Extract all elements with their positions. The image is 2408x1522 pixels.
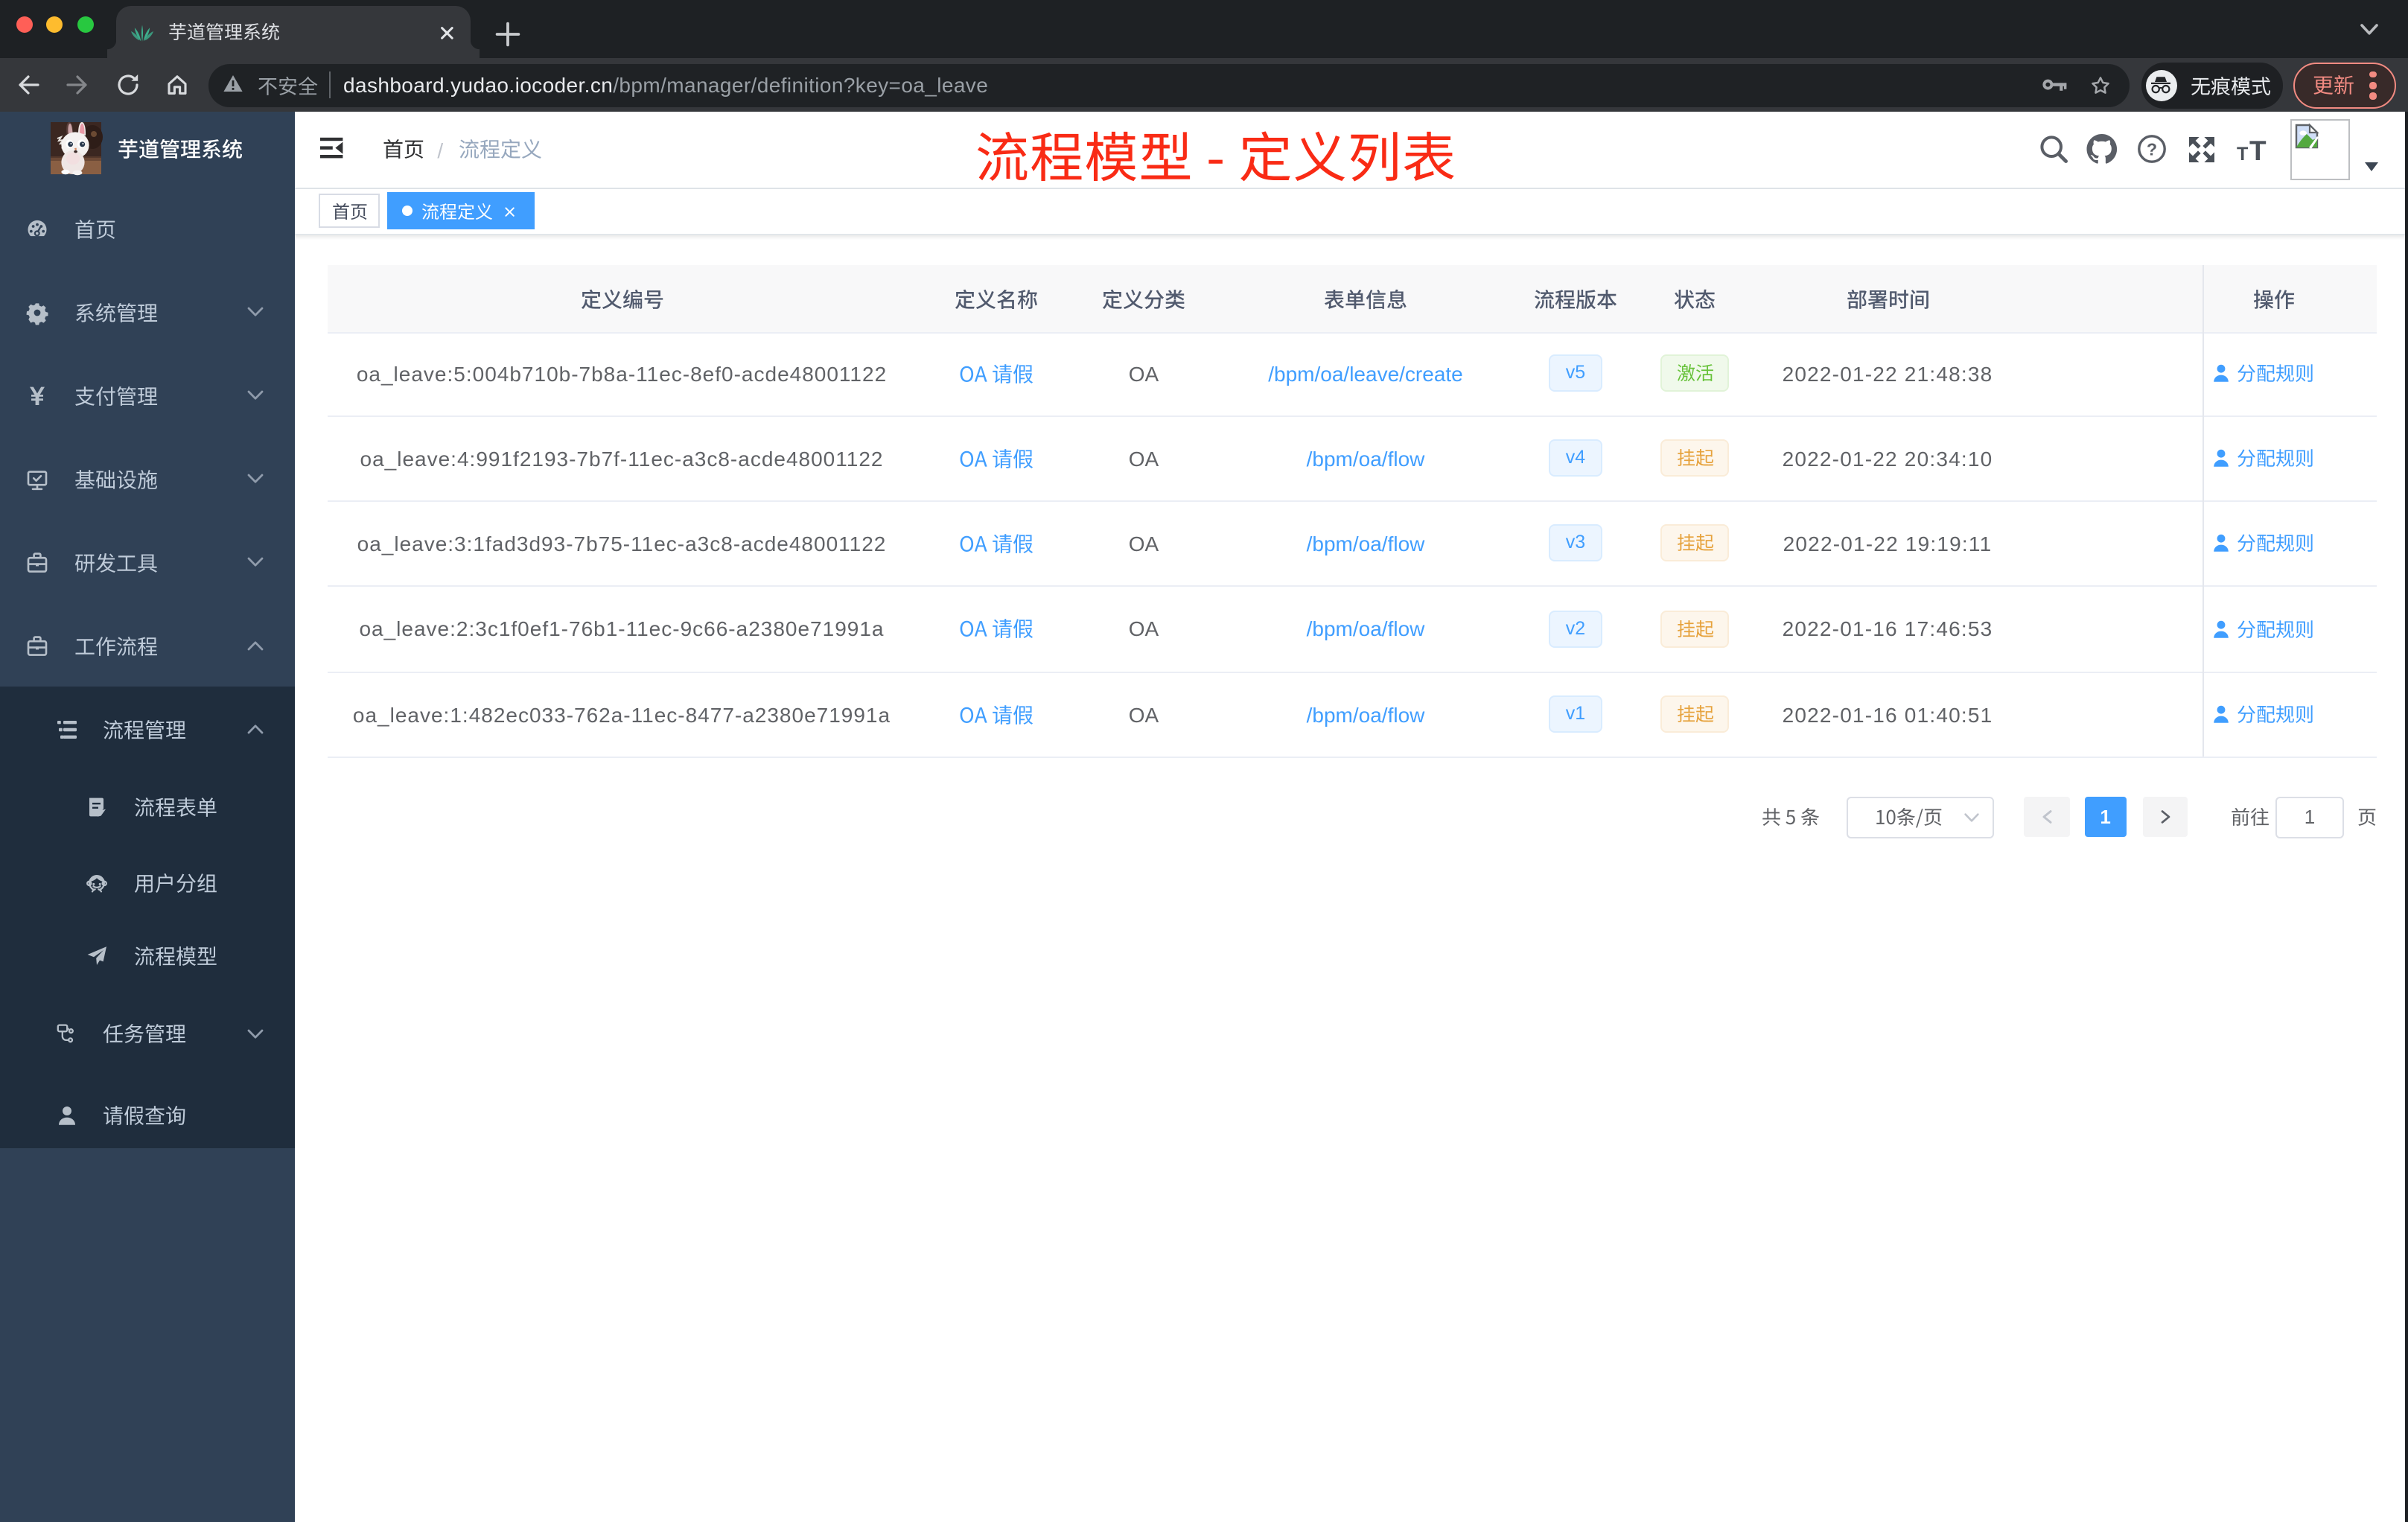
svg-text:?: ? xyxy=(2147,139,2157,159)
svg-text:T: T xyxy=(2237,143,2248,164)
svg-text:T: T xyxy=(2249,135,2267,165)
